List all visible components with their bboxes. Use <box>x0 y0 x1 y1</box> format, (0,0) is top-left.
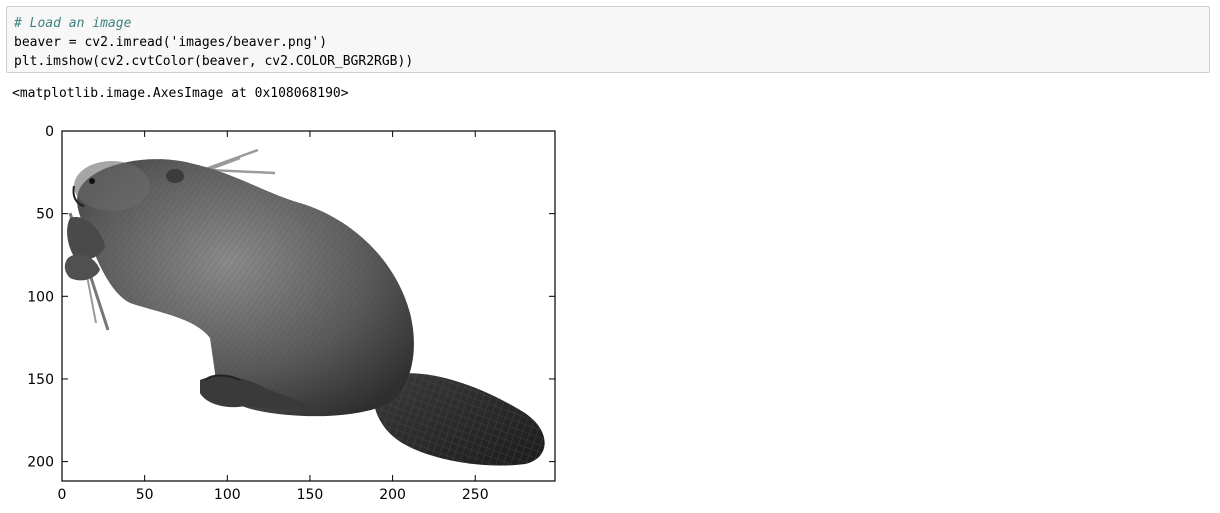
y-tick-label: 100 <box>27 289 54 305</box>
x-tick-label: 100 <box>214 487 241 503</box>
y-tick-label: 0 <box>45 124 54 140</box>
y-tick-label: 150 <box>27 372 54 388</box>
matplotlib-figure: 0 50 100 150 200 250 0 50 100 150 200 <box>27 124 556 503</box>
code-comment-line: # Load an image <box>14 16 132 31</box>
code-input-cell[interactable]: # Load an image beaver = cv2.imread('ima… <box>6 6 1210 73</box>
x-tick-label: 150 <box>297 487 324 503</box>
x-tick-label: 200 <box>379 487 406 503</box>
x-tick-label: 250 <box>462 487 489 503</box>
code-line-imshow: plt.imshow(cv2.cvtColor(beaver, cv2.COLO… <box>14 54 414 69</box>
y-tick-label: 200 <box>27 455 54 471</box>
y-tick-label: 50 <box>36 207 54 223</box>
output-repr-text: <matplotlib.image.AxesImage at 0x1080681… <box>12 86 349 101</box>
x-tick-label: 50 <box>136 487 154 503</box>
x-tick-label: 0 <box>58 487 67 503</box>
code-line-imread: beaver = cv2.imread('images/beaver.png') <box>14 35 328 50</box>
